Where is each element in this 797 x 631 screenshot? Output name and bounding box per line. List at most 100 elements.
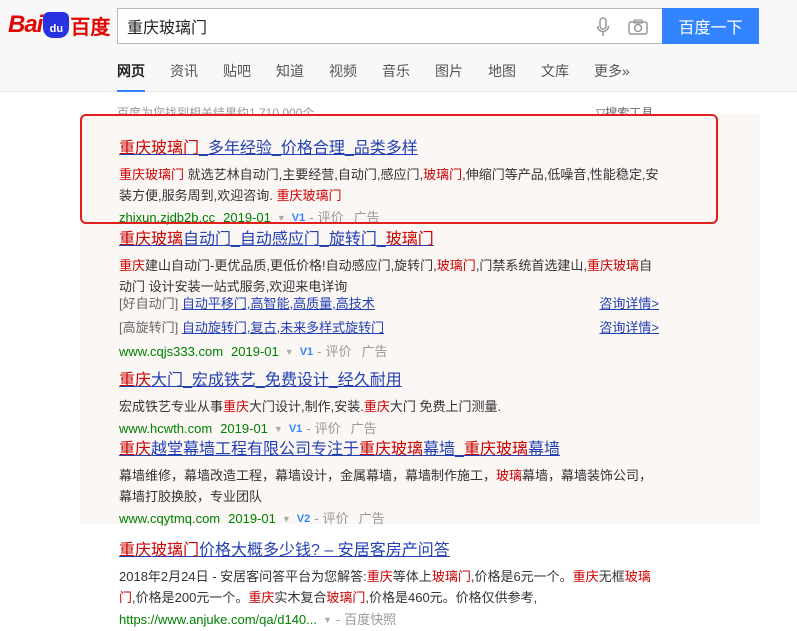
search-box	[117, 8, 663, 44]
result-description: 2018年2月24日 - 安居客问答平台为您解答:重庆等体上玻璃门,价格是6元一…	[119, 566, 659, 608]
annotation-box	[80, 114, 718, 224]
title-text: 自动门_自动感应门_旋转门_	[183, 231, 386, 248]
desc-highlight: 玻璃	[496, 468, 523, 483]
separator: -	[314, 511, 319, 526]
desc-text: ,价格是460元。价格仅供参考,	[365, 590, 538, 605]
camera-icon[interactable]	[627, 16, 649, 38]
desc-text: ,价格是200元一个。	[132, 590, 249, 605]
result-title[interactable]: 重庆玻璃门价格大概多少钱? – 安居客房产问答	[119, 540, 659, 562]
result-5: 重庆玻璃门价格大概多少钱? – 安居客房产问答 2018年2月24日 - 安居客…	[119, 540, 659, 630]
v1-badge-icon[interactable]: V1	[300, 342, 313, 362]
desc-text: 大门设计,制作,安装.	[249, 399, 364, 414]
tab-video[interactable]: 视频	[329, 60, 357, 92]
ad-label: 广告	[358, 511, 385, 526]
dropdown-arrow-icon[interactable]: ▼	[274, 419, 283, 439]
result-url-line: www.cqytmq.com 2019-01 ▼ V2 - 评价 广告	[119, 509, 659, 529]
dropdown-arrow-icon[interactable]: ▼	[323, 610, 332, 630]
result-url[interactable]: https://www.anjuke.com/qa/d140...	[119, 610, 317, 630]
desc-highlight: 重庆	[248, 590, 275, 605]
result-date: 2019-01	[231, 344, 279, 359]
search-input[interactable]	[118, 9, 578, 43]
result-url[interactable]: www.cqytmq.com	[119, 509, 220, 529]
detail-link[interactable]: 咨询详情>	[599, 318, 659, 338]
sub-link[interactable]: 自动旋转门,复古,未来多样式旋转门	[182, 320, 384, 335]
detail-link[interactable]: 咨询详情>	[599, 294, 659, 314]
separator: -	[317, 344, 322, 359]
separator: -	[306, 421, 311, 436]
desc-text: 宏成铁艺专业从事	[119, 399, 224, 414]
desc-text: 大门 免费上门测量.	[389, 399, 502, 414]
result-title[interactable]: 重庆大门_宏成铁艺_免费设计_经久耐用	[119, 370, 659, 392]
desc-text: ,价格是6元一个。	[470, 569, 573, 584]
result-url-line: www.hcwth.com 2019-01 ▼ V1 - 评价 广告	[119, 419, 659, 439]
desc-highlight: 玻璃门	[436, 258, 476, 273]
snapshot-link[interactable]: 百度快照	[344, 610, 396, 630]
sub-category: [高旋转门]	[119, 320, 179, 335]
title-text: 价格大概多少钱? – 安居客房产问答	[199, 542, 450, 559]
header: Bai du 百度 百度一下 网页 资讯 贴吧 知道 视频 音乐 图片 地图 文…	[0, 0, 797, 92]
title-highlight: 重庆玻璃门	[119, 542, 200, 559]
tab-web[interactable]: 网页	[117, 60, 145, 92]
sub-link-row: [高旋转门] 自动旋转门,复古,未来多样式旋转门 咨询详情>	[119, 318, 659, 338]
title-highlight: 玻璃门	[385, 231, 434, 248]
v1-badge-icon[interactable]: V1	[289, 419, 302, 439]
title-highlight: 重庆玻璃	[463, 441, 528, 458]
title-highlight: 重庆玻璃	[119, 231, 184, 248]
result-2-url: www.cqjs333.com 2019-01 ▼ V1 - 评价 广告	[119, 340, 659, 362]
ad-label: 广告	[350, 421, 377, 436]
ad-label: 广告	[361, 344, 388, 359]
desc-text: 无框	[598, 569, 625, 584]
desc-text: 实木复合	[274, 590, 327, 605]
microphone-icon[interactable]	[592, 16, 614, 38]
result-3: 重庆大门_宏成铁艺_免费设计_经久耐用 宏成铁艺专业从事重庆大门设计,制作,安装…	[119, 370, 659, 439]
result-url[interactable]: www.hcwth.com	[119, 419, 212, 439]
logo-text-bai: Bai	[8, 11, 43, 38]
desc-text: 建山自动门-更优品质,更低价格!自动感应门,旋转门,	[145, 258, 437, 273]
dropdown-arrow-icon[interactable]: ▼	[282, 509, 291, 529]
desc-text: 2018年2月24日 - 安居客问答平台为您解答:	[119, 569, 367, 584]
tab-zhidao[interactable]: 知道	[276, 60, 304, 92]
tab-more[interactable]: 更多»	[594, 60, 630, 92]
desc-highlight: 玻璃门	[326, 590, 366, 605]
desc-highlight: 重庆	[363, 399, 390, 414]
result-title[interactable]: 重庆越堂幕墙工程有限公司专注于重庆玻璃幕墙_重庆玻璃幕墙	[119, 439, 659, 461]
eval-link[interactable]: 评价	[323, 509, 349, 529]
title-text: 幕墙	[527, 441, 560, 458]
desc-text: ,门禁系统首选建山,	[475, 258, 588, 273]
search-button[interactable]: 百度一下	[662, 8, 759, 44]
title-text: 幕墙_	[423, 441, 464, 458]
result-title[interactable]: 重庆玻璃自动门_自动感应门_旋转门_玻璃门	[119, 229, 659, 251]
eval-link[interactable]: 评价	[315, 419, 341, 439]
result-4: 重庆越堂幕墙工程有限公司专注于重庆玻璃幕墙_重庆玻璃幕墙 幕墙维修，幕墙改造工程…	[119, 439, 659, 529]
tab-tieba[interactable]: 贴吧	[223, 60, 251, 92]
title-highlight: 重庆	[119, 441, 152, 458]
result-date: 2019-01	[220, 421, 268, 436]
tab-maps[interactable]: 地图	[488, 60, 516, 92]
result-2: 重庆玻璃自动门_自动感应门_旋转门_玻璃门 重庆建山自动门-更优品质,更低价格!…	[119, 229, 659, 297]
paw-icon: du	[43, 12, 70, 38]
desc-highlight: 重庆	[366, 569, 393, 584]
result-description: 重庆建山自动门-更优品质,更低价格!自动感应门,旋转门,玻璃门,门禁系统首选建山…	[119, 255, 659, 297]
result-date: 2019-01	[228, 511, 276, 526]
dropdown-arrow-icon[interactable]: ▼	[285, 342, 294, 362]
sub-link[interactable]: 自动平移门,高智能,高质量,高技术	[182, 296, 375, 311]
title-highlight: 重庆	[119, 372, 152, 389]
v2-badge-icon[interactable]: V2	[297, 509, 310, 529]
tab-images[interactable]: 图片	[435, 60, 463, 92]
desc-highlight: 重庆	[572, 569, 599, 584]
nav-tabs: 网页 资讯 贴吧 知道 视频 音乐 图片 地图 文库 更多»	[117, 60, 655, 92]
eval-link[interactable]: 评价	[326, 342, 352, 362]
baidu-logo[interactable]: Bai du 百度	[8, 8, 110, 42]
result-description: 幕墙维修，幕墙改造工程，幕墙设计，金属幕墙，幕墙制作施工，玻璃幕墙，幕墙装饰公司…	[119, 465, 659, 507]
desc-highlight: 重庆玻璃	[587, 258, 640, 273]
result-url[interactable]: www.cqjs333.com	[119, 342, 223, 362]
tab-music[interactable]: 音乐	[382, 60, 410, 92]
desc-highlight: 玻璃门	[431, 569, 471, 584]
tab-wenku[interactable]: 文库	[541, 60, 569, 92]
desc-highlight: 重庆	[119, 258, 146, 273]
tab-news[interactable]: 资讯	[170, 60, 198, 92]
result-description: 宏成铁艺专业从事重庆大门设计,制作,安装.重庆大门 免费上门测量.	[119, 396, 659, 417]
title-text: 越堂幕墙工程有限公司专注于	[151, 441, 360, 458]
separator: -	[335, 612, 341, 627]
desc-text: 等体上	[392, 569, 432, 584]
